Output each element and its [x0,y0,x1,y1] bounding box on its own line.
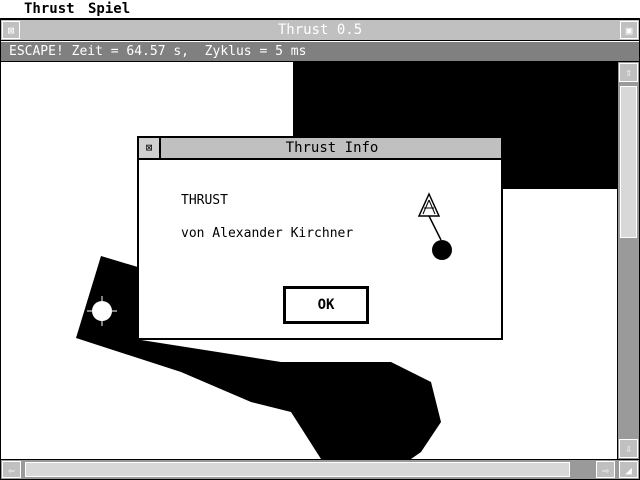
info-dialog: ⊠ Thrust Info THRUST von Alexander Kirch… [137,136,503,340]
ship-and-pod-icon [417,192,452,260]
dialog-close-button[interactable]: ⊠ [139,138,161,158]
arrow-right-icon: ⇨ [602,464,609,477]
arrow-up-icon: ⇧ [625,66,632,79]
full-box-icon: ▣ [625,24,633,37]
scroll-down-button[interactable]: ⇩ [619,439,638,458]
window-close-button[interactable]: ⊠ [2,21,20,39]
ship-icon [417,192,441,217]
menu-bar: Thrust Spiel [0,0,640,19]
horizontal-scrollbar[interactable]: ⇦ ⇨ ◢ [1,459,639,479]
horizontal-scroll-thumb[interactable] [25,462,570,477]
ok-button[interactable]: OK [283,286,369,324]
window-title: Thrust 0.5 [277,22,363,38]
arrow-down-icon: ⇩ [625,442,632,455]
menu-spiel[interactable]: Spiel [88,0,130,18]
window-title-bar[interactable]: ⊠ Thrust 0.5 ▣ [1,20,639,41]
arrow-left-icon: ⇦ [8,464,15,477]
menu-thrust[interactable]: Thrust [24,0,75,18]
vertical-scrollbar[interactable]: ⇧ ⇩ [617,62,639,459]
dialog-title: Thrust Info [285,140,379,156]
scroll-right-button[interactable]: ⇨ [596,461,615,478]
scroll-up-button[interactable]: ⇧ [619,63,638,82]
dialog-app-name: THRUST [181,193,228,208]
vertical-scroll-thumb[interactable] [620,86,637,238]
dialog-author: von Alexander Kirchner [181,226,354,241]
close-box-icon: ⊠ [7,24,15,37]
resize-handle[interactable]: ◢ [619,461,638,478]
pod-icon [432,240,452,260]
window-full-button[interactable]: ▣ [620,21,638,39]
dialog-title-bar[interactable]: ⊠ Thrust Info [139,138,501,160]
resize-icon: ◢ [625,464,632,477]
window-info-line: ESCAPE! Zeit = 64.57 s, Zyklus = 5 ms [1,42,639,62]
close-box-icon: ⊠ [145,141,153,154]
scroll-left-button[interactable]: ⇦ [2,461,21,478]
